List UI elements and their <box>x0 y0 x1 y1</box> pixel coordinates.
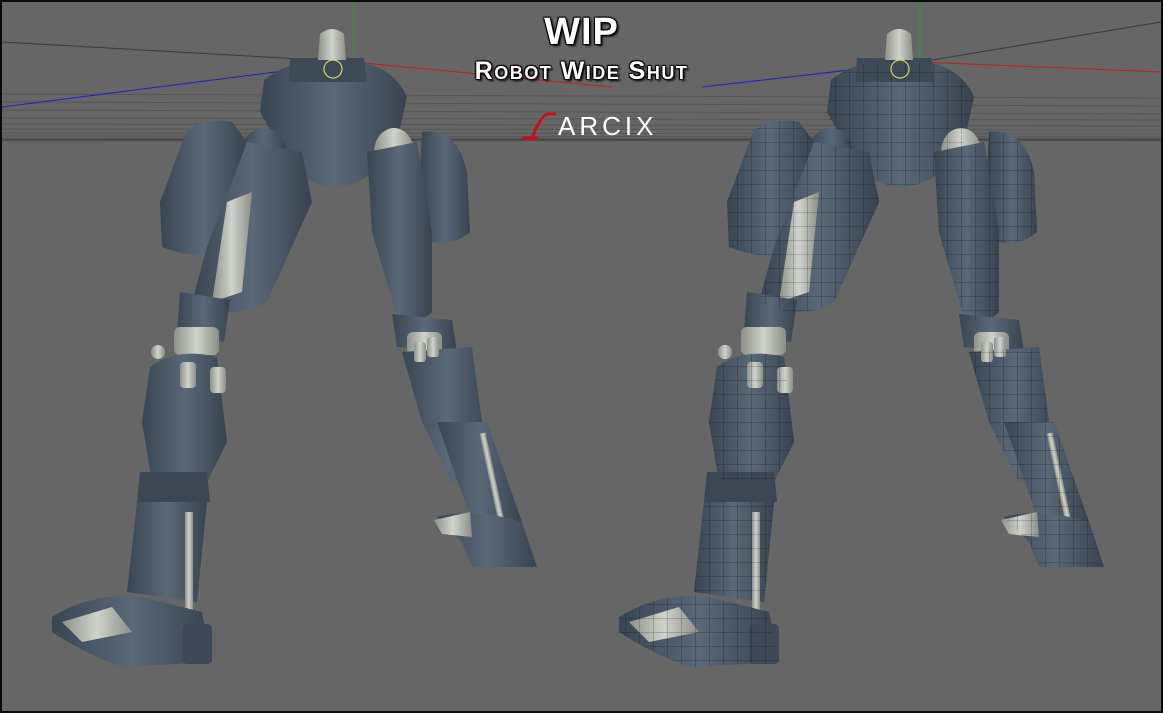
wip-title: WIP <box>544 11 619 53</box>
render-frame: WIP Robot Wide Shut ARCIX <box>0 0 1163 713</box>
subtitle: Robot Wide Shut <box>474 57 689 85</box>
sarcix-logo: ARCIX <box>522 111 657 141</box>
logo-text: ARCIX <box>558 111 657 141</box>
title-block: WIP Robot Wide Shut <box>2 10 1161 86</box>
